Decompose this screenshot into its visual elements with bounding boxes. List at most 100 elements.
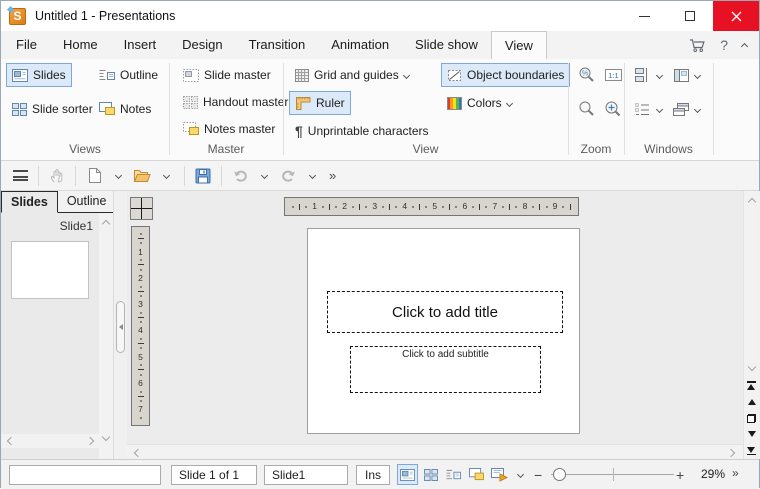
status-slide-sorter-button[interactable]: [420, 464, 441, 485]
open-button[interactable]: [131, 164, 153, 188]
panel-horizontal-scrollbar[interactable]: [1, 434, 99, 448]
presentation-dropdown[interactable]: [513, 464, 527, 485]
new-document-dropdown[interactable]: [107, 164, 129, 188]
slides-view-button[interactable]: Slides: [6, 63, 72, 87]
redo-button[interactable]: [277, 164, 299, 188]
panel-scroll-right-button[interactable]: [84, 434, 98, 448]
status-slides-view-button[interactable]: [397, 464, 418, 485]
tab-file[interactable]: File: [3, 31, 50, 59]
tab-view[interactable]: View: [490, 31, 547, 59]
insert-mode-toggle[interactable]: Ins: [356, 465, 390, 485]
ruler-toggle-button[interactable]: Ruler: [289, 91, 351, 115]
handout-master-button[interactable]: Handout master: [177, 90, 294, 114]
tab-design[interactable]: Design: [169, 31, 235, 59]
status-outline-view-button[interactable]: [443, 464, 464, 485]
notes-view-button[interactable]: Notes: [93, 97, 157, 121]
toolbar-more-button[interactable]: »: [325, 168, 340, 183]
split-window-dropdown[interactable]: [691, 63, 703, 87]
first-slide-button[interactable]: [744, 377, 759, 393]
new-document-button[interactable]: [83, 164, 105, 188]
scroll-left-button[interactable]: [129, 446, 143, 460]
zoom-out-button[interactable]: −: [534, 464, 542, 485]
chevron-down-icon: [114, 171, 122, 180]
collapse-ribbon-icon[interactable]: [740, 42, 749, 51]
split-window-button[interactable]: [669, 63, 693, 87]
titlebar: S Untitled 1 - Presentations: [1, 1, 759, 31]
tab-insert[interactable]: Insert: [111, 31, 170, 59]
zoom-fit-icon: [605, 101, 621, 117]
zoom-button[interactable]: [575, 97, 599, 121]
notes-master-button[interactable]: Notes master: [177, 117, 281, 141]
zoom-level-value[interactable]: 29%: [695, 467, 725, 481]
arrange-windows-dropdown[interactable]: [691, 97, 703, 121]
window-list-dropdown[interactable]: [653, 63, 665, 87]
slide-thumbnail[interactable]: [11, 241, 89, 299]
subtitle-placeholder[interactable]: Click to add subtitle: [350, 346, 541, 393]
pan-tool-button[interactable]: [46, 164, 68, 188]
undo-dropdown[interactable]: [253, 164, 275, 188]
next-slide-button[interactable]: [744, 426, 759, 442]
colors-button[interactable]: Colors: [441, 91, 518, 115]
zoom-slider-thumb[interactable]: [553, 468, 566, 481]
pilcrow-icon: ¶: [295, 123, 303, 139]
group-label-windows: Windows: [644, 142, 693, 156]
previous-slide-button[interactable]: [744, 393, 759, 409]
tab-animation[interactable]: Animation: [318, 31, 402, 59]
start-presentation-button[interactable]: [489, 464, 510, 485]
last-slide-button[interactable]: [744, 443, 759, 459]
splitter-handle[interactable]: [116, 301, 125, 353]
tab-slide-show[interactable]: Slide show: [402, 31, 491, 59]
arrange-windows-button[interactable]: [669, 97, 693, 121]
zoom-level-button[interactable]: %: [575, 63, 599, 87]
object-boundaries-button[interactable]: Object boundaries: [441, 63, 571, 87]
open-dropdown[interactable]: [155, 164, 177, 188]
slide-name[interactable]: Slide1: [264, 465, 348, 485]
vertical-scrollbar[interactable]: [743, 191, 759, 377]
redo-dropdown[interactable]: [301, 164, 323, 188]
slide-master-button[interactable]: Slide master: [177, 63, 277, 87]
go-to-slide-button[interactable]: [744, 410, 759, 426]
statusbar-more-button[interactable]: »: [732, 466, 739, 480]
title-placeholder[interactable]: Click to add title: [327, 291, 563, 333]
grid-and-guides-button[interactable]: Grid and guides: [289, 63, 415, 87]
window-tabs-button[interactable]: [630, 97, 654, 121]
group-separator: [713, 63, 714, 155]
panel-tab-outline[interactable]: Outline: [58, 191, 116, 212]
panel-tab-slides[interactable]: Slides: [1, 191, 58, 213]
unprintable-characters-button[interactable]: ¶ Unprintable characters: [289, 119, 435, 143]
scroll-up-button[interactable]: [745, 193, 759, 207]
panel-scroll-left-button[interactable]: [2, 434, 16, 448]
zoom-in-button[interactable]: +: [676, 464, 684, 485]
menu-button[interactable]: [9, 164, 31, 188]
scroll-down-button[interactable]: [745, 361, 759, 375]
slide-sorter-button[interactable]: Slide sorter: [6, 97, 99, 121]
panel-vertical-scrollbar[interactable]: [99, 213, 113, 459]
ruler-dot: [139, 294, 142, 297]
close-button[interactable]: [713, 1, 759, 31]
window-tabs-dropdown[interactable]: [653, 97, 665, 121]
panel-scroll-down-button[interactable]: [99, 431, 113, 445]
save-button[interactable]: [192, 164, 214, 188]
shop-cart-icon[interactable]: [689, 38, 706, 53]
help-icon[interactable]: ?: [720, 37, 728, 53]
triangle-up-icon: [747, 383, 755, 390]
tab-transition[interactable]: Transition: [236, 31, 319, 59]
undo-button[interactable]: [229, 164, 251, 188]
status-notes-view-button[interactable]: [466, 464, 487, 485]
ruler-tick: [389, 203, 391, 210]
tab-home[interactable]: Home: [50, 31, 111, 59]
outline-view-button[interactable]: Outline: [93, 63, 164, 87]
zoom-fit-button[interactable]: [601, 97, 625, 121]
horizontal-scrollbar[interactable]: [127, 444, 743, 460]
ruler-dot: [395, 205, 398, 208]
vertical-ruler: 1 2 3 4 5 6 7: [131, 226, 150, 426]
status-info-field[interactable]: [9, 465, 161, 485]
maximize-button[interactable]: [667, 1, 713, 31]
panel-scroll-up-button[interactable]: [99, 215, 113, 229]
actual-size-button[interactable]: 1:1: [601, 63, 625, 87]
minimize-button[interactable]: [621, 1, 667, 31]
window-list-button[interactable]: [630, 63, 654, 87]
slide-counter[interactable]: Slide 1 of 1: [171, 465, 257, 485]
ruler-origin-button[interactable]: [130, 197, 153, 220]
scroll-right-button[interactable]: [725, 446, 739, 460]
